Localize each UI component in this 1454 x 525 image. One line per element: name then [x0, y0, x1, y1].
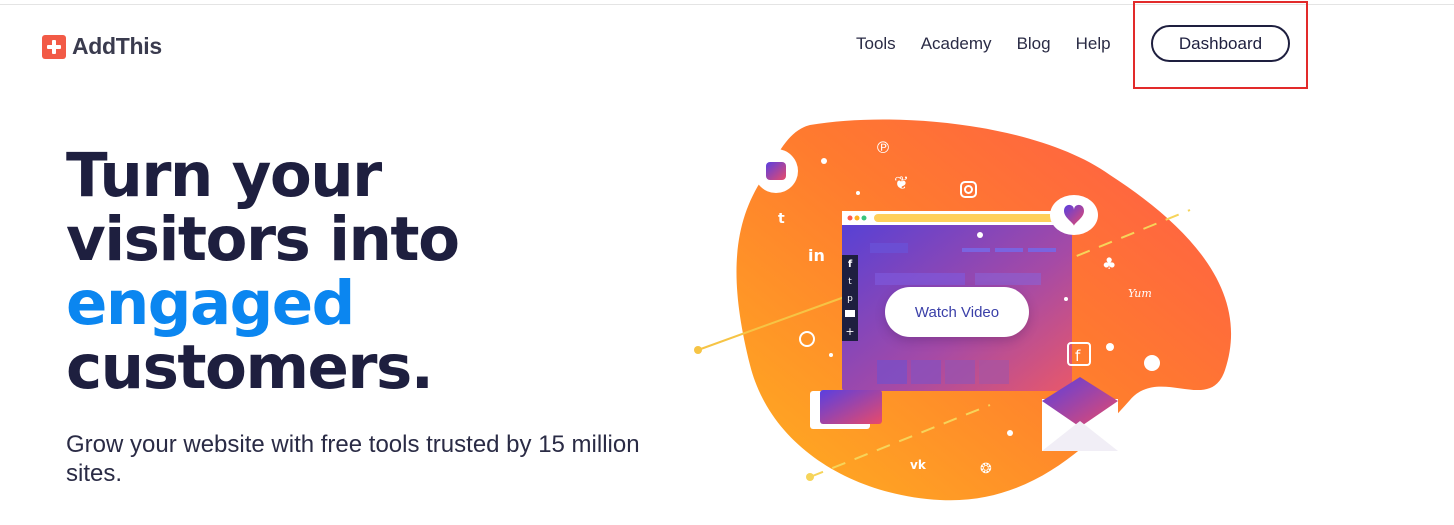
headline-line-2: visitors into: [66, 204, 460, 275]
plus-logo-icon: [42, 34, 66, 59]
addthis-logo[interactable]: AddThis: [42, 33, 162, 60]
svg-text:f: f: [1075, 347, 1081, 365]
headline-line-4: customers.: [66, 332, 434, 403]
vk-icon: vk: [910, 458, 927, 472]
nav-blog[interactable]: Blog: [1017, 34, 1051, 54]
hero-headline: Turn your visitors into engaged customer…: [66, 140, 460, 403]
spotify-icon: [1144, 355, 1160, 371]
nav-academy[interactable]: Academy: [921, 34, 992, 54]
linkedin-icon: in: [808, 246, 825, 265]
hero-subheadline: Grow your website with free tools truste…: [66, 431, 640, 487]
weibo-icon: ❂: [980, 461, 992, 477]
snapchat-icon: ♣: [1102, 254, 1116, 273]
svg-text:+: +: [845, 325, 854, 338]
tumblr-icon: t: [778, 211, 785, 227]
yummly-icon: Yum: [1128, 287, 1152, 300]
twitter-icon: ❦: [894, 173, 909, 194]
nav-help[interactable]: Help: [1076, 34, 1111, 54]
main-nav: Tools Academy Blog Help: [856, 34, 1111, 54]
svg-text:p: p: [847, 294, 853, 304]
logo-text: AddThis: [72, 33, 162, 59]
dashboard-button[interactable]: Dashboard: [1151, 25, 1290, 62]
watch-video-button[interactable]: Watch Video: [885, 287, 1029, 337]
svg-text:f: f: [848, 259, 853, 270]
top-divider: [0, 4, 1454, 5]
headline-line-1: Turn your: [66, 140, 382, 211]
nav-tools[interactable]: Tools: [856, 34, 896, 54]
svg-text:t: t: [848, 277, 852, 287]
headline-accent-word: engaged: [66, 268, 355, 339]
pinterest-icon: ℗: [875, 138, 891, 157]
